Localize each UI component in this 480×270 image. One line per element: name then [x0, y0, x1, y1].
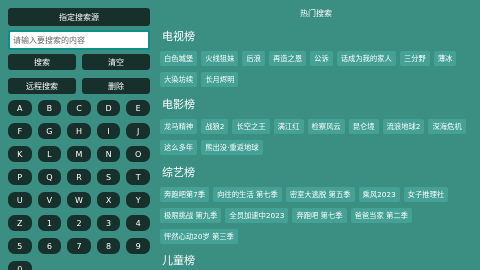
tag-list-tv: 白色城堡 火线狙妹 后浪 再造之恩 公诉 话成为我的家人 三分野 薄冰大染坊续 长月烬明 — [160, 51, 472, 87]
search-tag[interactable]: 昆仑境 — [348, 119, 379, 134]
section-title-kids: 儿童榜 — [162, 254, 195, 267]
search-tag[interactable]: 极限挑战 第九季 — [160, 208, 222, 223]
key-v[interactable]: V — [37, 192, 62, 208]
key-6[interactable]: 6 — [37, 238, 62, 254]
key-a[interactable]: A — [8, 100, 32, 116]
search-tag[interactable]: 长月烬明 — [201, 72, 239, 87]
key-7[interactable]: 7 — [67, 238, 91, 254]
key-n[interactable]: N — [96, 146, 121, 162]
search-button[interactable]: 搜索 — [8, 54, 76, 70]
search-tag[interactable]: 熊出没·重返地球 — [201, 140, 263, 155]
source-select-button[interactable]: 指定搜索源 — [8, 8, 150, 26]
search-tag[interactable]: 向往的生活 第七季 — [213, 187, 282, 202]
search-tag[interactable]: 这么多年 — [160, 140, 198, 155]
section-title-variety: 综艺榜 — [162, 166, 195, 179]
search-tag[interactable]: 长空之王 — [232, 119, 270, 134]
key-x[interactable]: X — [96, 192, 121, 208]
search-input[interactable]: 请输入要搜索的内容 — [8, 30, 150, 50]
key-f[interactable]: F — [8, 123, 32, 139]
search-tag[interactable]: 战狼2 — [201, 119, 229, 134]
key-r[interactable]: R — [67, 169, 91, 185]
search-tag[interactable]: 检察风云 — [307, 119, 345, 134]
key-o[interactable]: O — [126, 146, 150, 162]
key-g[interactable]: G — [37, 123, 62, 139]
search-tag[interactable]: 龙马精神 — [160, 119, 198, 134]
key-0[interactable]: 0 — [8, 261, 32, 270]
hot-search-panel: 热门搜索 电视榜 白色城堡 火线狙妹 后浪 再造之恩 公诉 话成为我的家人 三分野 薄冰大染坊… — [152, 0, 480, 270]
hot-search-title: 热门搜索 — [300, 9, 332, 18]
key-z[interactable]: Z — [8, 215, 32, 231]
section-title-movie: 电影榜 — [162, 98, 195, 111]
key-k[interactable]: K — [8, 146, 32, 162]
key-9[interactable]: 9 — [126, 238, 150, 254]
search-tag[interactable]: 满江红 — [273, 119, 304, 134]
search-tag[interactable]: 薄冰 — [433, 51, 457, 66]
key-8[interactable]: 8 — [96, 238, 121, 254]
tag-list-movie: 龙马精神 战狼2 长空之王 满江红 检察风云 昆仑境 流浪地球2 深海危机这么多年 熊出没·重返… — [160, 119, 472, 155]
tag-list-variety: 奔跑吧第7季 向往的生活 第七季 密室大逃脱 第五季 乘风2023 女子推理社极限挑战 … — [160, 187, 472, 244]
search-tag[interactable]: 后浪 — [242, 51, 265, 66]
search-tag[interactable]: 公诉 — [310, 51, 333, 66]
key-e[interactable]: E — [126, 100, 150, 116]
search-tag[interactable]: 爸爸当家 第二季 — [350, 208, 412, 223]
search-tag[interactable]: 话成为我的家人 — [336, 51, 396, 66]
search-tag[interactable]: 火线狙妹 — [201, 51, 239, 66]
remote-search-button[interactable]: 远程搜索 — [8, 78, 76, 94]
key-t[interactable]: T — [126, 169, 150, 185]
key-w[interactable]: W — [67, 192, 91, 208]
key-j[interactable]: J — [126, 123, 150, 139]
search-tag[interactable]: 怦然心动20岁 第三季 — [160, 229, 238, 244]
search-tag[interactable]: 深海危机 — [428, 119, 466, 134]
key-2[interactable]: 2 — [67, 215, 91, 231]
action-row-2: 远程搜索 删除 — [8, 78, 150, 94]
search-tag[interactable]: 大染坊续 — [160, 72, 198, 87]
search-tag[interactable]: 女子推理社 — [403, 187, 449, 202]
search-tag[interactable]: 流浪地球2 — [382, 119, 425, 134]
key-c[interactable]: C — [67, 100, 91, 116]
key-m[interactable]: M — [67, 146, 91, 162]
keyboard-grid: ABCDE FGHIJ KLMNO PQRST UVWXY Z1234 56789 0 — [8, 100, 150, 270]
search-tag[interactable]: 乘风2023 — [358, 187, 400, 202]
search-tag[interactable]: 全员加速中2023 — [225, 208, 289, 223]
key-s[interactable]: S — [96, 169, 121, 185]
key-h[interactable]: H — [67, 123, 91, 139]
delete-button[interactable]: 删除 — [82, 78, 150, 94]
key-1[interactable]: 1 — [37, 215, 62, 231]
key-4[interactable]: 4 — [126, 215, 150, 231]
search-tag[interactable]: 密室大逃脱 第五季 — [285, 187, 355, 202]
search-tag[interactable]: 三分野 — [399, 51, 430, 66]
key-p[interactable]: P — [8, 169, 32, 185]
key-3[interactable]: 3 — [96, 215, 121, 231]
key-q[interactable]: Q — [37, 169, 62, 185]
key-d[interactable]: D — [96, 100, 121, 116]
key-l[interactable]: L — [37, 146, 62, 162]
key-u[interactable]: U — [8, 192, 32, 208]
search-tag[interactable]: 白色城堡 — [160, 51, 198, 66]
key-b[interactable]: B — [37, 100, 62, 116]
search-tag[interactable]: 奔跑吧 第七季 — [292, 208, 347, 223]
key-i[interactable]: I — [96, 123, 121, 139]
action-row: 搜索 清空 — [8, 54, 150, 70]
search-tag[interactable]: 再造之恩 — [268, 51, 307, 66]
key-5[interactable]: 5 — [8, 238, 32, 254]
key-y[interactable]: Y — [126, 192, 150, 208]
section-title-tv: 电视榜 — [162, 30, 195, 43]
clear-button[interactable]: 清空 — [82, 54, 150, 70]
search-tag[interactable]: 奔跑吧第7季 — [160, 187, 210, 202]
